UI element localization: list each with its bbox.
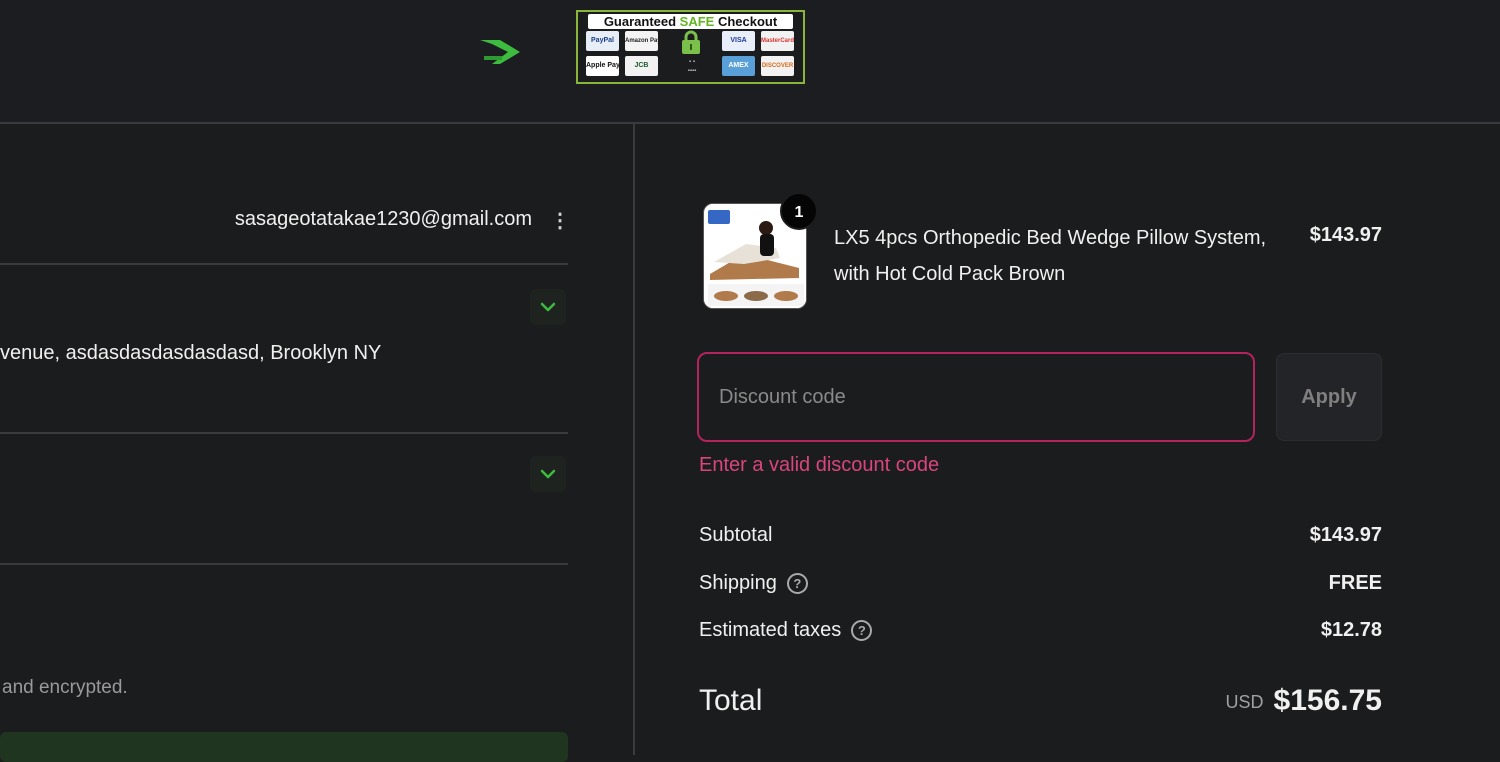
section-divider <box>0 432 568 434</box>
chevron-down-icon <box>540 469 556 479</box>
brand-logo-icon[interactable] <box>478 38 524 66</box>
quantity-badge: 1 <box>780 192 818 230</box>
discount-error-message: Enter a valid discount code <box>699 454 940 476</box>
product-price: $143.97 <box>1309 224 1382 246</box>
paypal-logo: PayPal <box>586 31 619 51</box>
lock-icon <box>682 30 700 54</box>
payment-option-bar[interactable] <box>0 732 568 762</box>
shipping-expand-button[interactable] <box>530 289 566 325</box>
subtotal-value: $143.97 <box>1309 524 1382 546</box>
discover-logo: DISCOVER <box>761 56 794 76</box>
amex-logo: AMEX <box>722 56 755 76</box>
column-divider <box>633 124 635 755</box>
badge-title: Guaranteed SAFE Checkout <box>588 14 793 29</box>
question-circle-icon[interactable]: ? <box>786 573 808 594</box>
payment-expand-button[interactable] <box>530 456 566 492</box>
shipping-address: venue, asdasdasdasdasdasd, Brooklyn NY <box>0 342 382 364</box>
chevron-down-icon <box>540 302 556 312</box>
total-amount: USD $156.75 <box>1226 684 1382 718</box>
ssl-secure-icon: ▪ ▪ ▪▪▪▪ <box>687 59 697 74</box>
total-value: $156.75 <box>1273 684 1382 717</box>
secure-note: and encrypted. <box>2 677 128 698</box>
estimated-taxes-value: $12.78 <box>1320 619 1382 641</box>
section-divider <box>0 263 568 265</box>
checkout-header: Guaranteed SAFE Checkout PayPal Amazon P… <box>0 0 1500 124</box>
total-label: Total <box>699 684 763 717</box>
apply-discount-button[interactable]: Apply <box>1276 353 1382 441</box>
shipping-value: FREE <box>1328 572 1382 594</box>
contact-email: sasageotatakae1230@gmail.com <box>234 208 532 230</box>
mastercard-logo: MasterCard <box>761 31 794 51</box>
amazon-pay-logo: Amazon Pay <box>625 31 658 51</box>
discount-code-input[interactable] <box>697 352 1255 442</box>
shipping-label: Shipping? <box>699 572 808 595</box>
total-currency: USD <box>1225 692 1264 712</box>
visa-logo: VISA <box>722 31 755 51</box>
apple-pay-logo: Apple Pay <box>586 56 619 76</box>
product-name: LX5 4pcs Orthopedic Bed Wedge Pillow Sys… <box>834 227 1267 285</box>
section-divider <box>0 563 568 565</box>
estimated-taxes-label: Estimated taxes? <box>699 619 873 642</box>
jcb-logo: JCB <box>625 56 658 76</box>
kebab-menu-icon[interactable]: ⋮ <box>550 209 570 233</box>
question-circle-icon[interactable]: ? <box>851 620 873 641</box>
subtotal-label: Subtotal <box>699 524 773 546</box>
